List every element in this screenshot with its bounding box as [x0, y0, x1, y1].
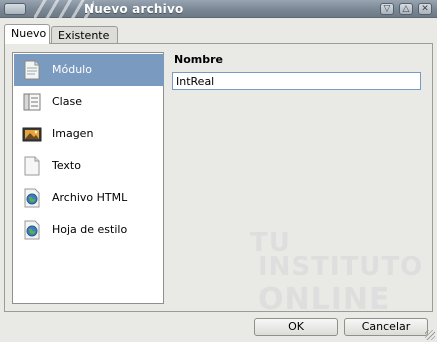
text-doc-icon — [22, 156, 42, 176]
html-globe-icon — [22, 188, 42, 208]
list-item-label: Imagen — [52, 127, 94, 140]
title-bar[interactable]: Nuevo archivo ▽ △ ✕ — [0, 0, 437, 18]
window-title: Nuevo archivo — [84, 2, 184, 16]
module-doc-icon — [22, 60, 42, 80]
list-item-label: Hoja de estilo — [52, 223, 128, 236]
list-item-hoja-de-estilo[interactable]: Hoja de estilo — [14, 214, 164, 246]
list-item-label: Módulo — [52, 63, 92, 76]
watermark-line-2: INSTITUTO — [258, 252, 424, 282]
close-button[interactable]: ✕ — [418, 3, 432, 15]
list-item-modulo[interactable]: Módulo — [14, 54, 164, 86]
list-item-clase[interactable]: Clase — [14, 86, 164, 118]
list-item-label: Archivo HTML — [52, 191, 128, 204]
list-item-imagen[interactable]: Imagen — [14, 118, 164, 150]
list-item-texto[interactable]: Texto — [14, 150, 164, 182]
new-file-dialog: Nuevo archivo ▽ △ ✕ Nuevo Existente Módu… — [0, 0, 437, 342]
tab-nuevo[interactable]: Nuevo — [4, 24, 50, 44]
file-type-list[interactable]: Módulo Clase Imagen Texto Archivo HTML H… — [12, 52, 164, 304]
cancel-button[interactable]: Cancelar — [344, 318, 428, 336]
name-input[interactable] — [172, 72, 421, 90]
maximize-button[interactable]: △ — [399, 3, 413, 15]
image-icon — [22, 124, 42, 144]
ok-button[interactable]: OK — [254, 318, 338, 336]
resize-grip[interactable] — [425, 330, 435, 340]
minimize-button[interactable]: ▽ — [380, 3, 394, 15]
window-menu-button[interactable] — [4, 3, 26, 15]
name-label: Nombre — [174, 53, 223, 66]
list-item-label: Clase — [52, 95, 82, 108]
watermark-line-3: ONLINE — [258, 282, 391, 317]
list-item-archivo-html[interactable]: Archivo HTML — [14, 182, 164, 214]
list-item-label: Texto — [52, 159, 81, 172]
class-doc-icon — [22, 92, 42, 112]
stylesheet-globe-icon — [22, 220, 42, 240]
